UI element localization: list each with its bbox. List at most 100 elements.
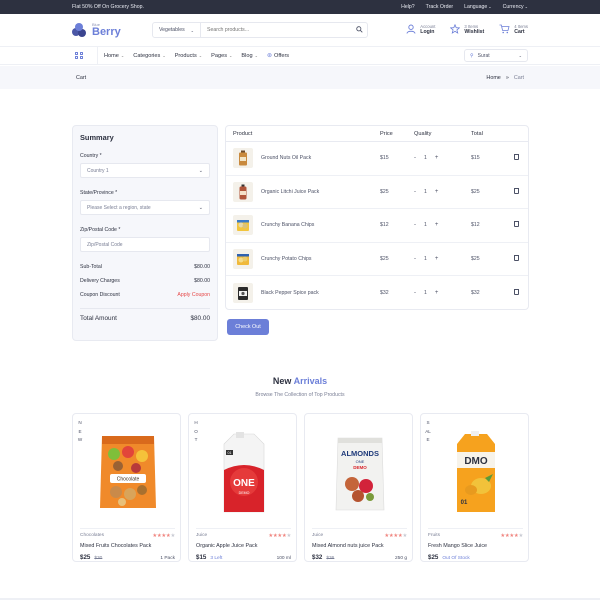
search-icon[interactable]: [351, 25, 367, 35]
quantity-value[interactable]: 1: [424, 222, 427, 228]
decrease-button[interactable]: -: [414, 256, 416, 262]
decrease-button[interactable]: -: [414, 222, 416, 228]
increase-button[interactable]: +: [435, 256, 439, 262]
help-link[interactable]: Help?: [401, 4, 415, 10]
product-name[interactable]: Crunchy Potato Chips: [261, 256, 311, 262]
product-category: Fruits: [428, 533, 440, 538]
location-select[interactable]: ⚲ Surat ⌄: [464, 49, 528, 62]
account-button[interactable]: Account Login: [406, 24, 435, 37]
nav-home[interactable]: Home ⌄: [104, 53, 124, 59]
increase-button[interactable]: +: [435, 290, 439, 296]
logo[interactable]: Blue Berry: [72, 22, 150, 38]
product-thumbnail[interactable]: [233, 148, 253, 169]
berry-logo-icon: [72, 23, 88, 37]
product-name[interactable]: Crunchy Banana Chips: [261, 222, 314, 228]
quantity-stepper: - 1 +: [414, 256, 471, 262]
cart-button[interactable]: 4 Items Cart: [499, 24, 528, 37]
product-image[interactable]: ONE DEMO 01: [199, 420, 288, 524]
search-category-select[interactable]: Vegetables ⌄: [153, 23, 201, 37]
rating-stars: ★★★★★: [500, 533, 523, 539]
delete-button[interactable]: [507, 154, 525, 162]
product-name[interactable]: Black Pepper Spice pack: [261, 290, 319, 296]
product-card[interactable]: SALE DMO 01 Fruits ★★★★★ Fresh Mango Sli…: [420, 413, 529, 562]
nav-blog[interactable]: Blog ⌄: [241, 53, 258, 59]
decrease-button[interactable]: -: [414, 155, 416, 161]
product-name[interactable]: Ground Nuts Oil Pack: [261, 155, 311, 161]
decrease-button[interactable]: -: [414, 290, 416, 296]
zip-input[interactable]: Zip/Postal Code: [80, 237, 210, 252]
country-label: Country *: [80, 153, 102, 159]
product-unit: 250 g: [394, 556, 407, 561]
rating-stars: ★★★★★: [152, 533, 175, 539]
chevron-down-icon: ⌄: [190, 27, 194, 33]
pack-label: ONE: [233, 478, 255, 489]
increase-button[interactable]: +: [435, 155, 439, 161]
delete-button[interactable]: [507, 289, 525, 297]
track-order-link[interactable]: Track Order: [426, 4, 453, 10]
increase-button[interactable]: +: [435, 222, 439, 228]
quantity-value[interactable]: 1: [424, 155, 427, 161]
product-thumbnail[interactable]: [233, 181, 253, 202]
pack-sublabel-2: DEMO: [353, 465, 367, 470]
state-select[interactable]: Please Select a region, state ⌄: [80, 200, 210, 215]
product-name[interactable]: Organic Litchi Juice Pack: [261, 189, 319, 195]
product-card[interactable]: NEW Chocolate Chocolates ★★★★★ Mixed Fru…: [72, 413, 181, 562]
quantity-value[interactable]: 1: [424, 189, 427, 195]
checkout-button[interactable]: Check Out: [227, 319, 269, 335]
zip-label: Zip/Postal Code *: [80, 227, 121, 233]
table-row: Crunchy Potato Chips $25 - 1 + $25: [226, 243, 528, 277]
product-thumbnail[interactable]: [233, 249, 253, 270]
product-name[interactable]: Organic Apple Juice Pack: [196, 543, 291, 549]
currency-dropdown[interactable]: Currency⌄: [503, 4, 528, 10]
product-image[interactable]: Chocolate: [83, 420, 172, 524]
chevron-down-icon: ⌄: [524, 4, 528, 9]
nav-products[interactable]: Products ⌄: [175, 53, 202, 59]
product-old-price: $36: [326, 556, 335, 561]
product-price: $32: [312, 554, 323, 561]
delete-button[interactable]: [507, 187, 525, 196]
product-name[interactable]: Mixed Fruits Chocolates Pack: [80, 543, 175, 549]
table-row: Ground Nuts Oil Pack $15 - 1 + $15: [226, 142, 528, 176]
delete-button[interactable]: [507, 221, 525, 229]
product-thumbnail[interactable]: [233, 215, 253, 236]
chevron-down-icon: ⌄: [198, 167, 203, 174]
product-name[interactable]: Fresh Mango Slice Juice: [428, 543, 523, 549]
pack-badge: 01: [227, 451, 231, 455]
apply-coupon-link[interactable]: Apply Coupon: [177, 292, 210, 298]
product-old-price: $30: [94, 556, 103, 561]
chevron-down-icon: ⌄: [162, 53, 166, 58]
product-card[interactable]: HOT ONE DEMO 01 Juice ★★★★★ Organic Appl…: [188, 413, 297, 562]
location-pin-icon: ⚲: [470, 52, 474, 59]
nav-categories[interactable]: Categories ⌄: [133, 53, 165, 59]
rating-stars: ★★★★★: [268, 533, 291, 539]
country-select[interactable]: Country 1 ⌄: [80, 163, 210, 178]
delivery-row: Delivery Charges $80.00: [80, 278, 210, 284]
decrease-button[interactable]: -: [414, 189, 416, 195]
quantity-stepper: - 1 +: [414, 222, 471, 228]
product-name[interactable]: Mixed Almond nuts juice Pack: [312, 543, 407, 549]
cart-table: Product Price Quality Total Ground Nuts …: [225, 125, 529, 310]
breadcrumb-home-link[interactable]: Home: [486, 75, 500, 81]
rating-stars: ★★★★★: [384, 533, 407, 539]
pack-badge: 01: [460, 500, 467, 506]
pack-label: DMO: [464, 456, 488, 467]
language-dropdown[interactable]: Language⌄: [464, 4, 491, 10]
stock-status: 3 Left: [210, 556, 223, 561]
product-price: $25: [80, 554, 91, 561]
delete-button[interactable]: [507, 255, 525, 263]
grid-menu-icon[interactable]: [75, 51, 83, 60]
product-image[interactable]: DMO 01: [431, 420, 520, 524]
product-card[interactable]: ALMONDS ONE DEMO Juice ★★★★★ Mixed Almon…: [304, 413, 413, 562]
wishlist-button[interactable]: 3 Items Wishlist: [450, 23, 484, 37]
nav-offers[interactable]: ⊛ Offers: [267, 52, 289, 60]
main-nav: Home ⌄ Categories ⌄ Products ⌄ Pages ⌄ Blog ⌄…: [0, 46, 600, 65]
product-image[interactable]: ALMONDS ONE DEMO: [315, 420, 404, 524]
quantity-value[interactable]: 1: [424, 256, 427, 262]
trash-icon: [513, 154, 519, 161]
nav-pages[interactable]: Pages ⌄: [211, 53, 232, 59]
quantity-value[interactable]: 1: [424, 290, 427, 296]
search-input[interactable]: [201, 27, 351, 33]
stock-status: Out Of Stock: [442, 556, 470, 561]
increase-button[interactable]: +: [435, 189, 439, 195]
product-thumbnail[interactable]: [233, 283, 253, 304]
